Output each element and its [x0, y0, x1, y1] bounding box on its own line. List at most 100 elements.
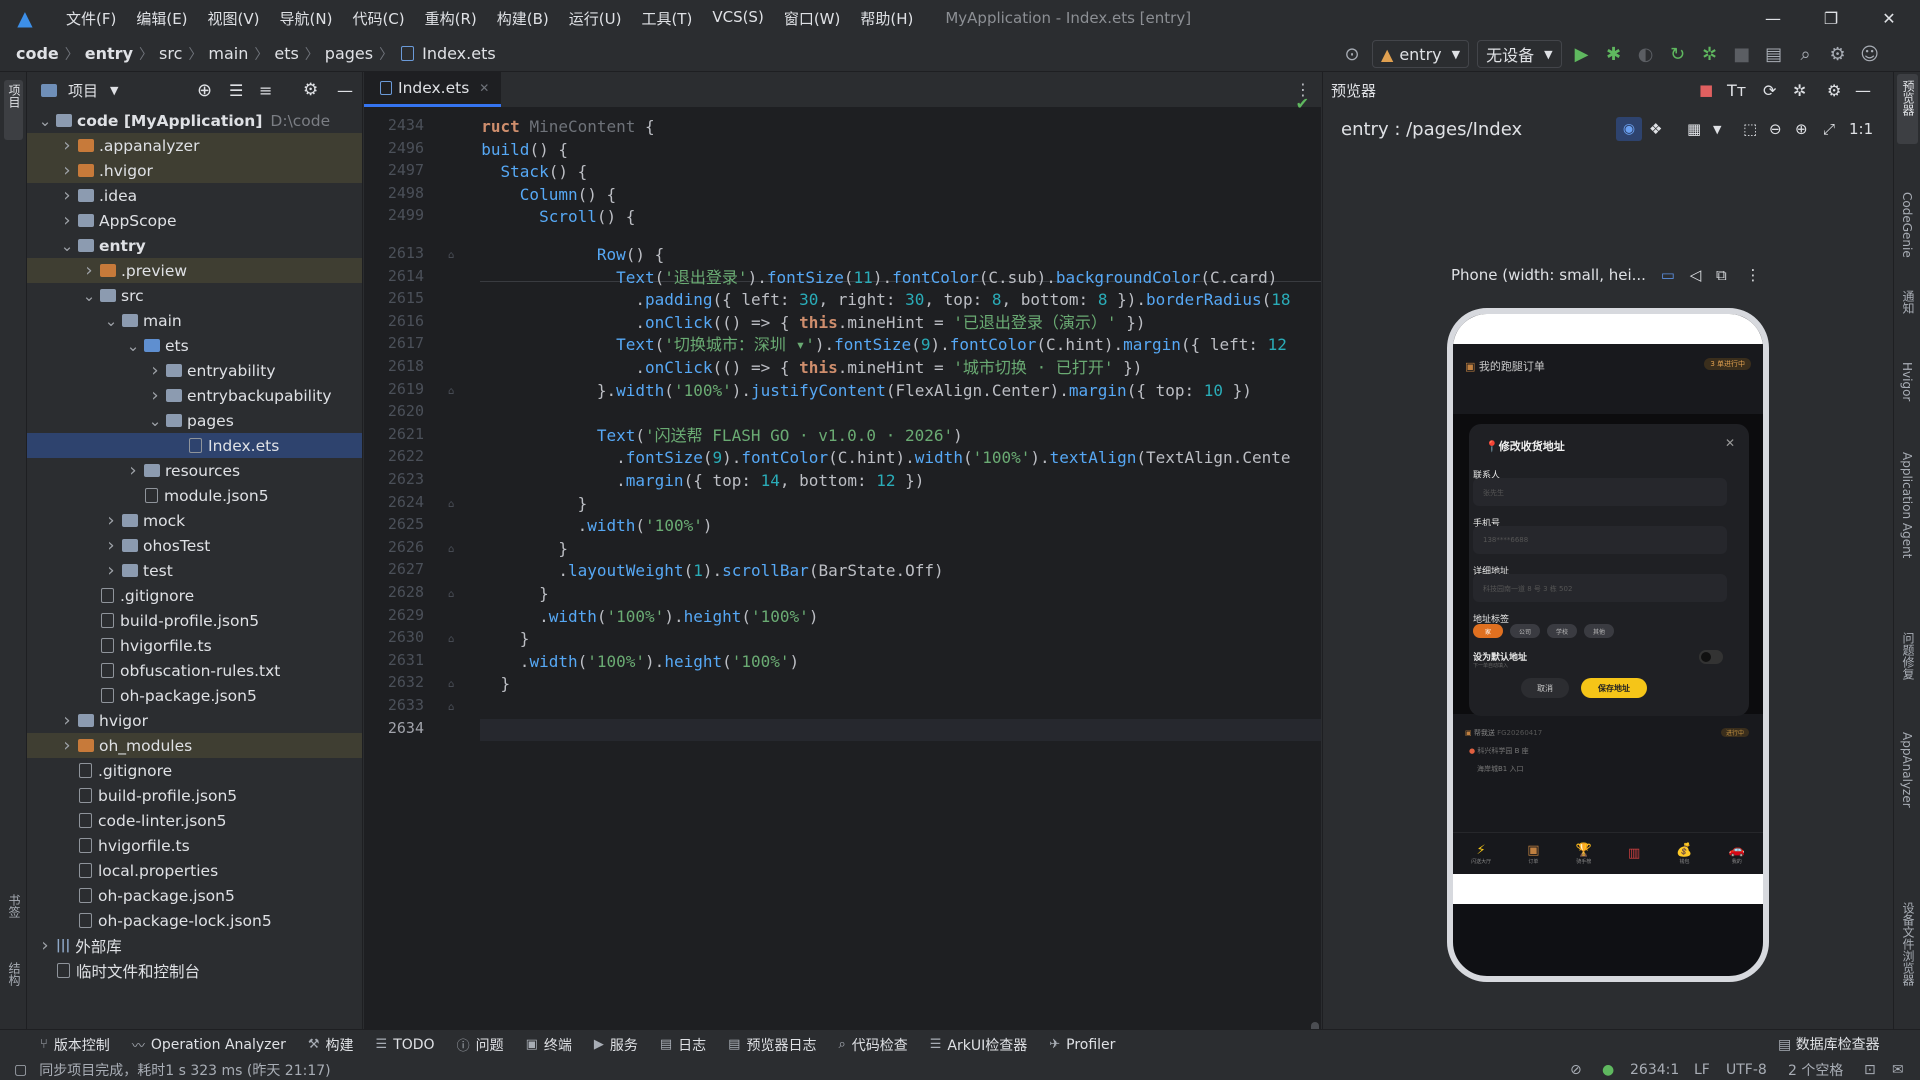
chevron-down-icon[interactable]: ▼ [110, 84, 118, 97]
gear-icon[interactable]: ⚙ [303, 80, 318, 100]
device-select[interactable]: 无设备 ▼ [1477, 40, 1562, 68]
bottom-tool-9[interactable]: ⌕ 代码检查 [838, 1035, 907, 1055]
fold-marker-icon[interactable]: ⌂ [448, 589, 454, 600]
application-agent-tool-label[interactable]: Application Agent [1900, 452, 1914, 558]
appanalyzer-tool-label[interactable]: AppAnalyzer [1900, 732, 1914, 808]
refresh-icon[interactable]: ⟳ [1763, 81, 1776, 100]
close-tab-icon[interactable]: ✕ [479, 81, 489, 95]
zoom-in-icon[interactable]: ⊕ [1795, 120, 1808, 138]
bottom-tool-8[interactable]: ▤ 预览器日志 [728, 1035, 816, 1055]
chevron-right-icon[interactable]: › [103, 535, 119, 556]
tree-item[interactable]: › .preview [27, 258, 362, 283]
chevron-right-icon[interactable]: › [103, 560, 119, 581]
contact-field[interactable]: 张先生 [1473, 478, 1727, 506]
chevron-down-icon[interactable]: ⌄ [59, 237, 75, 255]
bottom-tool-6[interactable]: ▶ 服务 [594, 1035, 638, 1055]
device-manager-icon[interactable]: ▤ [1758, 38, 1790, 70]
fold-icon[interactable]: ⧉ [1716, 266, 1727, 284]
app-nav-item[interactable]: 💰 钱包 [1676, 843, 1692, 865]
bottom-tool-3[interactable]: ☰ TODO [376, 1037, 435, 1053]
bottom-tool-11[interactable]: ✈ Profiler [1049, 1037, 1115, 1053]
menu-item-4[interactable]: 代码(C) [342, 8, 414, 29]
app-nav-item[interactable]: ▣ 订单 [1527, 843, 1539, 865]
status-message[interactable]: 同步项目完成，耗时1 s 323 ms (昨天 21:17) [39, 1060, 330, 1080]
tree-item[interactable]: ⌄ ets [27, 333, 362, 358]
chevron-right-icon[interactable]: › [59, 185, 75, 206]
expand-all-icon[interactable]: ☰ [229, 81, 243, 100]
device-file-browser-tool-label[interactable]: 设备文件浏览器 [1900, 902, 1917, 986]
tree-item[interactable]: ⌄ src [27, 283, 362, 308]
bottom-tool-5[interactable]: ▣ 终端 [526, 1035, 572, 1055]
chevron-right-icon[interactable]: › [147, 360, 163, 381]
tree-item[interactable]: Index.ets [27, 433, 362, 458]
phone-preview[interactable]: ▣ 我的跑腿订单 3 单进行中 📍修改收货地址 ✕ 联系人 张先生 手机号 13… [1447, 308, 1769, 982]
fit-screen-icon[interactable]: ⤢ [1823, 120, 1835, 138]
chevron-right-icon[interactable]: › [37, 935, 53, 956]
db-inspector-tool[interactable]: ▤ 数据库检查器 [1778, 1034, 1880, 1054]
structure-tool-label[interactable]: 结构 [6, 962, 23, 986]
breadcrumb-item[interactable]: entry [83, 44, 135, 63]
tree-item[interactable]: hvigorfile.ts [27, 633, 362, 658]
tree-item[interactable]: › .hvigor [27, 158, 362, 183]
tree-item[interactable]: .gitignore [27, 758, 362, 783]
chevron-down-icon[interactable]: ⌄ [103, 312, 119, 330]
tree-item[interactable]: › ||| 外部库 [27, 933, 362, 958]
tree-item[interactable]: › AppScope [27, 208, 362, 233]
fold-marker-icon[interactable]: ⌂ [448, 250, 454, 261]
tree-item[interactable]: › mock [27, 508, 362, 533]
fold-marker-icon[interactable]: ⌂ [448, 386, 454, 397]
layers-icon[interactable]: ❖ [1649, 120, 1662, 138]
tree-item[interactable]: › entryability [27, 358, 362, 383]
tree-item[interactable]: module.json5 [27, 483, 362, 508]
issue-fix-tool-label[interactable]: 问题修复 [1900, 632, 1917, 680]
tree-item[interactable]: › oh_modules [27, 733, 362, 758]
fold-marker-icon[interactable]: ⌂ [448, 634, 454, 645]
tree-item[interactable]: › .idea [27, 183, 362, 208]
tree-item[interactable]: oh-package.json5 [27, 883, 362, 908]
save-address-button[interactable]: 保存地址 [1581, 678, 1647, 698]
chevron-right-icon[interactable]: › [59, 735, 75, 756]
tree-item[interactable]: ⌄ code [MyApplication] D:\code [27, 108, 362, 133]
frame-icon[interactable]: ⬚ [1743, 120, 1757, 138]
layout-icon[interactable]: ▢ [14, 1062, 27, 1078]
menu-item-9[interactable]: VCS(S) [702, 8, 773, 29]
address-tag-chip[interactable]: 学校 [1547, 624, 1577, 638]
module-select[interactable]: ▲ entry ▼ [1372, 40, 1470, 68]
tree-item[interactable]: › test [27, 558, 362, 583]
rotate-icon[interactable]: ◁ [1690, 266, 1702, 284]
tree-item[interactable]: › resources [27, 458, 362, 483]
menu-item-10[interactable]: 窗口(W) [774, 8, 851, 29]
target-icon[interactable]: ⊙ [1336, 38, 1368, 70]
grid-icon[interactable]: ▦ [1687, 120, 1701, 138]
bottom-tool-7[interactable]: ▤ 日志 [660, 1035, 706, 1055]
account-icon[interactable]: ☺ [1854, 38, 1886, 70]
tree-item[interactable]: ⌄ pages [27, 408, 362, 433]
tree-item[interactable]: code-linter.json5 [27, 808, 362, 833]
fold-marker-icon[interactable]: ⌂ [448, 679, 454, 690]
project-view-select[interactable]: 项目 [68, 80, 98, 101]
build-debug-icon[interactable]: ✲ [1694, 38, 1726, 70]
app-nav-item[interactable]: 🚗 我的 [1729, 843, 1745, 865]
tree-item[interactable]: obfuscation-rules.txt [27, 658, 362, 683]
reload-icon[interactable]: ↻ [1662, 38, 1694, 70]
font-size-icon[interactable]: Tт [1727, 81, 1746, 100]
attach-icon[interactable]: ◐ [1630, 38, 1662, 70]
stop-icon[interactable]: ■ [1726, 38, 1758, 70]
menu-item-3[interactable]: 导航(N) [270, 8, 343, 29]
menu-item-6[interactable]: 构建(B) [487, 8, 559, 29]
locate-icon[interactable]: ⊕ [197, 80, 212, 101]
chevron-right-icon[interactable]: › [59, 710, 75, 731]
chevron-right-icon[interactable]: › [81, 260, 97, 281]
address-tag-chip[interactable]: 其他 [1584, 624, 1614, 638]
menu-item-1[interactable]: 编辑(E) [126, 8, 197, 29]
maximize-icon[interactable]: ❐ [1802, 0, 1860, 36]
bottom-tool-10[interactable]: ☰ ArkUI检查器 [930, 1035, 1027, 1055]
chevron-down-icon[interactable]: ⌄ [147, 412, 163, 430]
hvigor-tool-label[interactable]: Hvigor [1900, 362, 1914, 401]
chevron-right-icon[interactable]: › [59, 135, 75, 156]
zoom-out-icon[interactable]: ⊖ [1769, 120, 1782, 138]
indent-setting[interactable]: 2 个空格 [1788, 1060, 1843, 1080]
hide-panel-icon[interactable]: — [1855, 81, 1871, 100]
tree-item[interactable]: 临时文件和控制台 [27, 958, 362, 983]
tab-index-ets[interactable]: Index.ets ✕ [364, 71, 502, 107]
